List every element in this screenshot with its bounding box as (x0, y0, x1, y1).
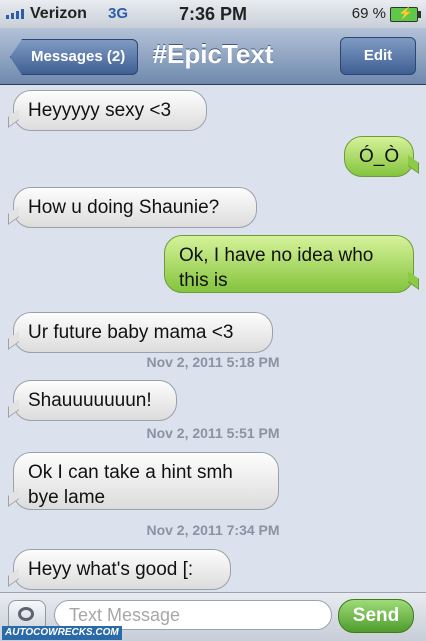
message-bubble-received[interactable]: Ok I can take a hint smh bye lame (13, 452, 279, 510)
message-bubble-received[interactable]: Shauuuuuuun! (13, 380, 177, 421)
message-bubble-sent[interactable]: Ok, I have no idea who this is (164, 235, 414, 293)
send-button[interactable]: Send (338, 599, 414, 633)
watermark: AUTOCOWRECKS.COM (2, 626, 122, 640)
status-bar: Verizon 3G 7:36 PM 69 % ⚡ (0, 0, 426, 28)
message-bubble-received[interactable]: Ur future baby mama <3 (13, 312, 273, 353)
message-bubble-received[interactable]: How u doing Shaunie? (13, 187, 257, 228)
camera-icon (18, 607, 34, 621)
message-bubble-received[interactable]: Heyy what's good [: (13, 549, 231, 590)
message-timestamp: Nov 2, 2011 5:18 PM (146, 354, 280, 370)
edit-button[interactable]: Edit (340, 37, 416, 75)
message-timestamp: Nov 2, 2011 7:34 PM (146, 522, 280, 538)
navigation-bar: Messages (2) #EpicText Edit (0, 28, 426, 85)
message-timestamp: Nov 2, 2011 5:51 PM (146, 425, 280, 441)
message-bubble-sent[interactable]: Ó_Ò (344, 136, 414, 177)
battery-icon: ⚡ (390, 6, 421, 22)
battery-percent: 69 % (351, 5, 386, 22)
message-bubble-received[interactable]: Heyyyyy sexy <3 (13, 90, 207, 131)
